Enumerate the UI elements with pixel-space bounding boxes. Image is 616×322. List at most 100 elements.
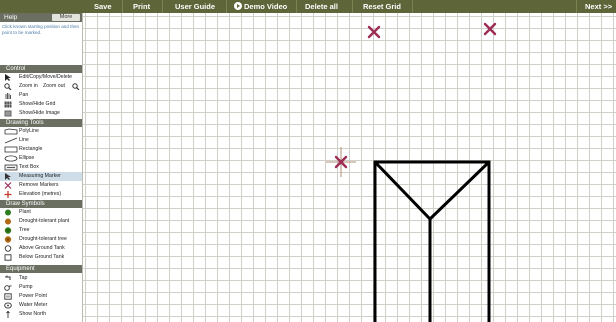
tool-polyline-label: PolyLine <box>19 128 39 134</box>
toolbar-divider <box>226 0 227 13</box>
rectangle-icon <box>4 146 18 153</box>
crosshair-cursor <box>326 147 356 177</box>
tool-text-box[interactable]: Text Box <box>0 163 82 172</box>
tool-rectangle[interactable]: Rectangle <box>0 145 82 154</box>
tool-measuring-marker-label: Measuring Marker <box>19 173 61 179</box>
next-button[interactable]: Next >> <box>585 0 612 13</box>
power-point-icon <box>4 293 12 300</box>
elevation-icon <box>4 191 12 198</box>
toolbar-divider <box>576 0 577 13</box>
pump-icon <box>4 285 12 291</box>
tool-rectangle-label: Rectangle <box>19 146 43 152</box>
tool-zoom[interactable]: Zoom in Zoom out <box>0 82 82 91</box>
drought-plant-icon <box>5 218 11 225</box>
print-button[interactable]: Print <box>133 0 150 13</box>
tool-elevation[interactable]: Elevation (metres) <box>0 190 82 199</box>
measuring-marker[interactable] <box>367 25 381 39</box>
symbol-drought-tree-label: Drought-tolerant tree <box>19 236 67 242</box>
tool-polyline[interactable]: PolyLine <box>0 127 82 136</box>
symbol-above-tank-label: Above Ground Tank <box>19 245 65 251</box>
tree-icon <box>4 227 12 234</box>
tool-show-grid-label: Show/Hide Grid <box>19 101 56 107</box>
water-meter-icon <box>4 302 12 309</box>
equipment-header: Equipment <box>0 265 82 273</box>
equipment-pump[interactable]: Pump <box>0 283 82 292</box>
symbol-tree-label: Tree <box>19 227 30 233</box>
symbol-plant-label: Plant <box>19 209 31 215</box>
plant-icon <box>5 209 11 216</box>
tool-ellipse-label: Ellipse <box>19 155 35 161</box>
equipment-title: Equipment <box>6 266 35 272</box>
north-icon <box>6 311 10 318</box>
equipment-tap[interactable]: Tap <box>0 274 82 283</box>
save-button[interactable]: Save <box>94 0 112 13</box>
toolbar-divider <box>352 0 353 13</box>
ellipse-icon <box>4 155 18 162</box>
demo-video-label: Demo Video <box>244 2 288 11</box>
symbol-below-tank[interactable]: Below Ground Tank <box>0 253 82 262</box>
tools-sidebar: Help More Click known starting position … <box>0 13 83 322</box>
symbol-drought-plant-label: Drought-tolerant plant <box>19 218 70 224</box>
measuring-marker[interactable] <box>483 22 497 36</box>
drawing-canvas[interactable] <box>83 13 616 322</box>
toolbar-divider <box>122 0 123 13</box>
help-header: Help More <box>0 13 82 22</box>
tool-text-box-label: Text Box <box>19 164 39 170</box>
tool-remove-markers-label: Remove Markers <box>19 182 59 188</box>
tool-show-grid[interactable]: Show/Hide Grid <box>0 100 82 109</box>
top-toolbar: Save Print User Guide Demo Video Delete … <box>0 0 616 13</box>
above-tank-icon <box>4 245 12 252</box>
symbol-drought-plant[interactable]: Drought-tolerant plant <box>0 217 82 226</box>
tool-line-label: Line <box>19 137 29 143</box>
symbol-drought-tree[interactable]: Drought-tolerant tree <box>0 235 82 244</box>
tool-measuring-marker[interactable]: Measuring Marker <box>0 172 82 181</box>
equipment-water-meter[interactable]: Water Meter <box>0 301 82 310</box>
demo-video-button[interactable]: Demo Video <box>234 0 287 13</box>
drawing-layer <box>326 22 497 322</box>
tap-icon <box>5 275 11 280</box>
zoom-in-label[interactable]: Zoom in <box>19 82 38 91</box>
tool-pan[interactable]: Pan <box>0 91 82 100</box>
hand-icon <box>5 93 11 99</box>
magnifier-icon[interactable] <box>72 83 80 90</box>
delete-all-button[interactable]: Delete all <box>305 0 338 13</box>
equipment-power-point[interactable]: Power Point <box>0 292 82 301</box>
equipment-show-north-label: Show North <box>19 311 47 317</box>
equipment-tap-label: Tap <box>19 275 28 281</box>
zoom-out-label[interactable]: Zoom out <box>43 82 65 91</box>
image-icon <box>4 110 12 117</box>
tool-show-image-label: Show/Hide Image <box>19 110 60 116</box>
cursor-icon <box>5 74 11 81</box>
symbol-tree[interactable]: Tree <box>0 226 82 235</box>
tool-remove-markers[interactable]: Remove Markers <box>0 181 82 190</box>
tool-edit[interactable]: Edit/Copy/Move/Delete <box>0 73 82 82</box>
help-text: Click known starting position and then p… <box>2 24 80 35</box>
magnifier-icon <box>4 83 12 90</box>
measure-icon <box>5 173 11 180</box>
control-title: Control <box>6 66 26 72</box>
symbol-below-tank-label: Below Ground Tank <box>19 254 65 260</box>
tool-edit-label: Edit/Copy/Move/Delete <box>19 74 73 80</box>
more-button[interactable]: More <box>52 14 80 21</box>
reset-grid-button[interactable]: Reset Grid <box>363 0 401 13</box>
control-header: Control <box>0 65 82 73</box>
drought-tree-icon <box>4 236 12 243</box>
user-guide-button[interactable]: User Guide <box>175 0 215 13</box>
tool-line[interactable]: Line <box>0 136 82 145</box>
line-icon <box>4 137 18 144</box>
draw-symbols-header: Draw Symbols <box>0 200 82 208</box>
drawing-tools-header: Drawing Tools <box>0 119 82 127</box>
draw-symbols-title: Draw Symbols <box>6 201 45 207</box>
equipment-show-north[interactable]: Show North <box>0 310 82 319</box>
equipment-water-meter-label: Water Meter <box>19 302 48 308</box>
drawn-polyline-shape[interactable] <box>373 160 491 322</box>
remove-marker-icon <box>4 182 12 189</box>
drawing-tools-title: Drawing Tools <box>6 120 44 126</box>
symbol-plant[interactable]: Plant <box>0 208 82 217</box>
symbol-above-tank[interactable]: Above Ground Tank <box>0 244 82 253</box>
tool-show-image[interactable]: Show/Hide Image <box>0 109 82 118</box>
textbox-icon <box>4 164 18 171</box>
equipment-pump-label: Pump <box>19 284 33 290</box>
play-icon <box>234 2 242 10</box>
tool-ellipse[interactable]: Ellipse <box>0 154 82 163</box>
